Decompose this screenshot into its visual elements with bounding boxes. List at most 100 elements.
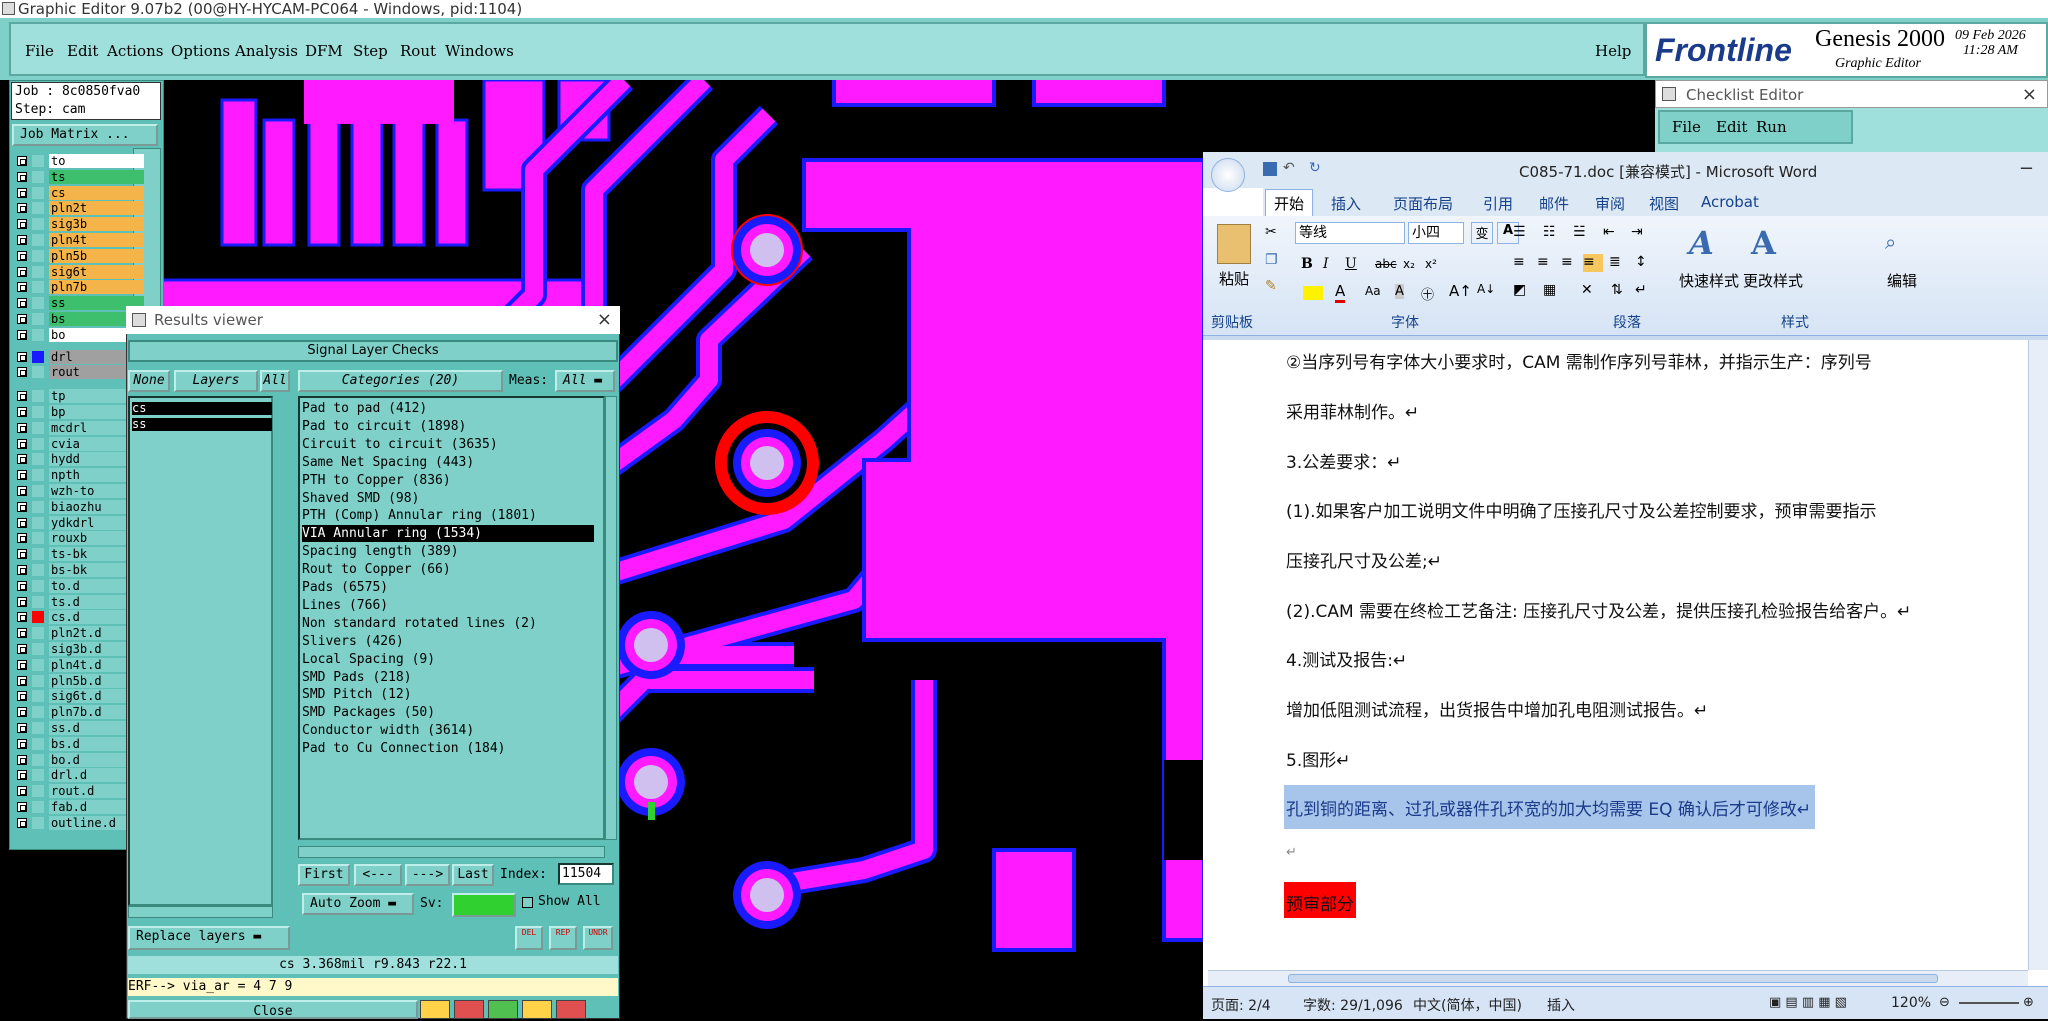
status-language[interactable]: 中文(简体，中国) — [1413, 995, 1522, 1015]
tool-icon-2[interactable] — [454, 1000, 484, 1019]
category-item[interactable]: VIA Annular ring (1534) — [302, 525, 594, 543]
layer-row[interactable]: pln5b.d — [14, 674, 144, 688]
decrease-indent-icon[interactable]: ⇤ — [1603, 224, 1615, 240]
borders-icon[interactable]: ▦ — [1543, 282, 1556, 298]
category-item[interactable]: SMD Pitch (12) — [302, 686, 592, 703]
layer-checkbox[interactable] — [17, 391, 27, 401]
document-page[interactable]: ②当序列号有字体大小要求时，CAM 需制作序列号菲林，并指示生产：序列号 采用菲… — [1208, 340, 2028, 970]
tool-icon-5[interactable] — [556, 1000, 586, 1019]
layer-checkbox[interactable] — [17, 691, 27, 701]
layer-row[interactable]: ss.d — [14, 721, 144, 735]
save-icon[interactable] — [1263, 162, 1277, 176]
category-item[interactable]: Conductor width (3614) — [302, 722, 592, 739]
align-center-icon[interactable]: ≡ — [1537, 254, 1549, 270]
layer-checkbox[interactable] — [17, 188, 27, 198]
minimize-icon[interactable]: − — [2019, 158, 2034, 179]
italic-icon[interactable]: I — [1323, 256, 1329, 272]
layer-row[interactable]: pln2t.d — [14, 626, 144, 640]
layer-checkbox[interactable] — [17, 770, 27, 780]
category-item[interactable]: Non standard rotated lines (2) — [302, 615, 592, 632]
paste-icon[interactable] — [1217, 224, 1251, 264]
category-item[interactable]: Same Net Spacing (443) — [302, 454, 592, 471]
layer-item-ss[interactable]: ss — [132, 418, 272, 431]
font-name-select[interactable]: 等线 — [1295, 222, 1405, 244]
category-item[interactable]: SMD Pads (218) — [302, 669, 592, 686]
layer-checkbox[interactable] — [17, 470, 27, 480]
underline-icon[interactable]: U — [1345, 256, 1357, 272]
layer-checkbox[interactable] — [17, 352, 27, 362]
ckl-menu-run[interactable]: Run — [1756, 118, 1787, 136]
layer-checkbox[interactable] — [17, 786, 27, 796]
font-color-icon[interactable]: A — [1335, 282, 1346, 303]
first-button[interactable]: First — [298, 864, 350, 886]
close-icon[interactable]: × — [597, 306, 612, 334]
layer-checkbox[interactable] — [17, 549, 27, 559]
category-item[interactable]: Pads (6575) — [302, 579, 592, 596]
find-icon[interactable]: ⌕ — [1885, 230, 1896, 254]
tool-icon-3[interactable] — [488, 1000, 518, 1019]
layer-row[interactable]: pln2t — [14, 201, 144, 215]
selected-paragraph[interactable]: 孔到铜的距离、过孔或器件孔环宽的加大均需要 EQ 确认后才可修改↵ — [1284, 785, 1816, 829]
bullets-icon[interactable]: ☰ — [1513, 224, 1526, 240]
doc-hscrollbar[interactable] — [1208, 970, 2028, 986]
tab-1[interactable]: 插入 — [1331, 193, 1361, 214]
del-button[interactable]: DEL — [515, 926, 543, 950]
layer-row[interactable]: bs-bk — [14, 563, 144, 577]
numbering-icon[interactable]: ☷ — [1543, 224, 1556, 240]
hscroll-thumb[interactable] — [1288, 974, 1938, 983]
align-left-icon[interactable]: ≡ — [1513, 254, 1525, 270]
layer-checkbox[interactable] — [17, 739, 27, 749]
sv-color-select[interactable] — [452, 893, 516, 917]
layer-checkbox[interactable] — [17, 298, 27, 308]
category-item[interactable]: Local Spacing (9) — [302, 651, 592, 668]
layers-button[interactable]: Layers — [174, 370, 258, 392]
layer-row[interactable]: bs.d — [14, 737, 144, 751]
layer-row[interactable]: ts-bk — [14, 547, 144, 561]
sort-icon[interactable]: ⇅ — [1611, 282, 1623, 298]
category-item[interactable]: Circuit to circuit (3635) — [302, 436, 592, 453]
layer-checkbox[interactable] — [17, 423, 27, 433]
superscript-icon[interactable]: x² — [1425, 257, 1437, 271]
categories-vscrollbar[interactable] — [605, 396, 617, 840]
layer-checkbox[interactable] — [17, 407, 27, 417]
menu-file[interactable]: File — [25, 42, 54, 60]
layer-row[interactable]: biaozhu — [14, 500, 144, 514]
layer-row[interactable]: npth — [14, 468, 144, 482]
layer-item-cs[interactable]: cs — [132, 402, 272, 415]
justify-icon[interactable]: ≡ — [1583, 254, 1603, 272]
layer-checkbox[interactable] — [17, 802, 27, 812]
menu-edit[interactable]: Edit — [67, 42, 98, 60]
strike-icon[interactable]: abc — [1375, 257, 1397, 271]
layer-checkbox[interactable] — [17, 644, 27, 654]
layer-row[interactable]: tp — [14, 389, 144, 403]
edit-label[interactable]: 编辑 — [1887, 270, 1917, 291]
layer-checkbox[interactable] — [17, 533, 27, 543]
layer-row[interactable]: sig3b.d — [14, 642, 144, 656]
status-page[interactable]: 页面: 2/4 — [1211, 995, 1271, 1015]
multilevel-icon[interactable]: ☱ — [1573, 224, 1586, 240]
category-item[interactable]: Pad to circuit (1898) — [302, 418, 592, 435]
line-spacing-icon[interactable]: ↕ — [1635, 254, 1647, 270]
menu-help[interactable]: Help — [1595, 42, 1631, 60]
quick-styles-label[interactable]: 快速样式 — [1679, 270, 1739, 291]
layer-checkbox[interactable] — [17, 219, 27, 229]
rep-button[interactable]: REP — [549, 926, 577, 950]
layer-checkbox[interactable] — [17, 330, 27, 340]
layer-checkbox[interactable] — [17, 486, 27, 496]
layer-row[interactable]: fab.d — [14, 800, 144, 814]
tab-6[interactable]: 视图 — [1649, 193, 1679, 214]
change-styles-label[interactable]: 更改样式 — [1743, 270, 1803, 291]
pinyin-icon[interactable]: 变 — [1471, 222, 1493, 244]
highlight-icon[interactable] — [1303, 286, 1323, 300]
none-button[interactable]: None — [128, 370, 170, 392]
menu-analysis[interactable]: Analysis — [235, 42, 298, 60]
category-item[interactable]: Lines (766) — [302, 597, 592, 614]
menu-step[interactable]: Step — [353, 42, 388, 60]
category-item[interactable]: PTH (Comp) Annular ring (1801) — [302, 507, 592, 524]
layer-row[interactable]: bp — [14, 405, 144, 419]
close-button[interactable]: Close — [128, 1000, 418, 1019]
redo-icon[interactable]: ↻ — [1309, 160, 1321, 176]
zoom-in-icon[interactable]: ⊕ — [2023, 995, 2034, 1010]
layer-row[interactable]: cs.d — [14, 610, 144, 624]
layer-row[interactable]: ydkdrl — [14, 516, 144, 530]
